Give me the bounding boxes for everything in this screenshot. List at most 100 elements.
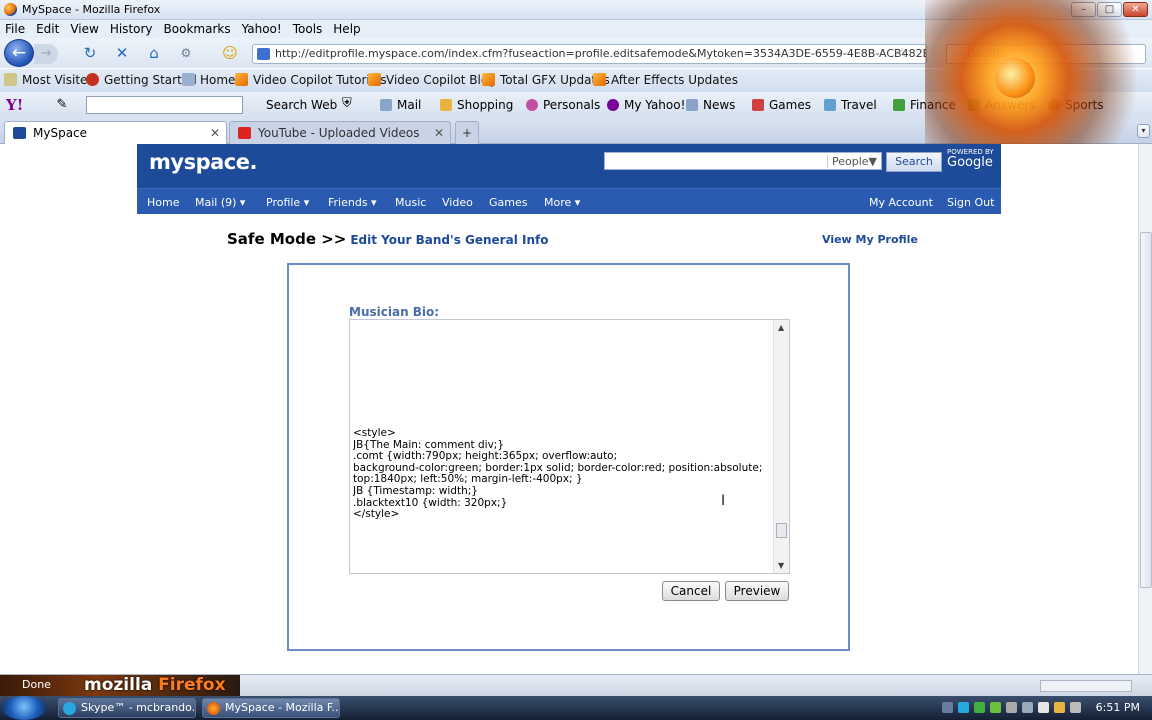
tray-icon[interactable] [974, 702, 985, 713]
tab-strip: MySpace ✕ YouTube - Uploaded Videos ✕ + … [0, 118, 1152, 144]
tray-volume-icon[interactable] [1022, 702, 1033, 713]
nav-sign-out[interactable]: Sign Out [947, 196, 994, 209]
home-icon[interactable]: ⌂ [144, 44, 164, 62]
view-my-profile-link[interactable]: View My Profile [822, 233, 918, 246]
menu-yahoo[interactable]: Yahoo! [242, 21, 282, 37]
bookmark-getting-started[interactable]: Getting Started [86, 73, 197, 87]
answers-icon [968, 99, 980, 111]
back-icon[interactable]: ← [4, 39, 34, 67]
page-subtitle[interactable]: Edit Your Band's General Info [350, 233, 548, 247]
nav-games[interactable]: Games [489, 196, 527, 209]
nav-profile[interactable]: Profile ▾ [266, 196, 309, 209]
menu-edit[interactable]: Edit [36, 21, 59, 37]
scroll-down-icon[interactable]: ▼ [778, 561, 784, 570]
bio-textarea[interactable]: <style> JB{The Main: comment div;} .comt… [349, 319, 790, 574]
yahoo-logo[interactable]: Y! [6, 96, 23, 114]
myspace-logo[interactable]: myspace. [149, 150, 257, 174]
close-tab-icon[interactable]: ✕ [210, 122, 220, 144]
url-bar[interactable]: http://editprofile.myspace.com/index.cfm… [252, 44, 927, 64]
firefox-brand: mozilla Firefox [84, 675, 226, 695]
tray-icon[interactable] [1070, 702, 1081, 713]
yahoo-news[interactable]: News [686, 98, 735, 112]
status-progress [1040, 680, 1132, 692]
extension-icon[interactable]: ⚙ [176, 44, 196, 62]
yahoo-personals[interactable]: Personals [526, 98, 600, 112]
page-icon [182, 73, 195, 86]
scroll-up-icon[interactable]: ▲ [778, 323, 784, 332]
nav-my-account[interactable]: My Account [869, 196, 933, 209]
menu-tools[interactable]: Tools [293, 21, 323, 37]
yahoo-search-web[interactable]: Search Web [266, 98, 337, 112]
bookmark-home[interactable]: Home [182, 73, 235, 87]
tray-network-icon[interactable] [1006, 702, 1017, 713]
tray-skype-icon[interactable] [958, 702, 969, 713]
yahoo-my-yahoo[interactable]: My Yahoo! [607, 98, 685, 112]
new-tab-button[interactable]: + [455, 121, 479, 144]
nav-more[interactable]: More ▾ [544, 196, 580, 209]
myspace-search-input[interactable]: People▼ [604, 152, 882, 170]
shield-icon[interactable]: ⛨ [342, 96, 352, 111]
clock[interactable]: 6:51 PM [1096, 701, 1140, 714]
mail-icon [380, 99, 392, 111]
taskbar-firefox[interactable]: MySpace - Mozilla F... [202, 698, 340, 718]
menu-file[interactable]: File [5, 21, 25, 37]
yahoo-shopping[interactable]: Shopping [440, 98, 513, 112]
forward-icon[interactable]: → [34, 44, 58, 64]
minimize-button[interactable]: – [1071, 2, 1096, 17]
bio-label: Musician Bio: [349, 305, 440, 319]
nav-music[interactable]: Music [395, 196, 426, 209]
yahoo-search-input[interactable] [86, 96, 243, 114]
navigation-toolbar: ← → ↻ ✕ ⌂ ⚙ ☺ http://editprofile.myspace… [0, 38, 1152, 68]
tab-myspace[interactable]: MySpace ✕ [4, 121, 227, 144]
menu-view[interactable]: View [70, 21, 98, 37]
menu-bookmarks[interactable]: Bookmarks [164, 21, 231, 37]
myspace-nav: Home Mail (9) ▾ Profile ▾ Friends ▾ Musi… [137, 188, 1001, 214]
tray-icon[interactable] [990, 702, 1001, 713]
close-tab-icon[interactable]: ✕ [434, 122, 444, 144]
nav-friends[interactable]: Friends ▾ [328, 196, 377, 209]
bookmark-after-effects[interactable]: After Effects Updates [593, 73, 738, 87]
rss-icon [235, 73, 248, 86]
reload-icon[interactable]: ↻ [80, 44, 100, 62]
menu-help[interactable]: Help [333, 21, 360, 37]
taskbar-skype[interactable]: Skype™ - mcbrando... [58, 698, 196, 718]
bookmark-most-visited[interactable]: Most Visited [4, 73, 95, 87]
stop-icon[interactable]: ✕ [112, 44, 132, 62]
page-scroll-thumb[interactable] [1140, 232, 1152, 588]
nav-home[interactable]: Home [147, 196, 179, 209]
start-button[interactable] [2, 696, 46, 720]
yahoo-answers[interactable]: Answers [968, 98, 1035, 112]
edit-panel: Musician Bio: <style> JB{The Main: comme… [287, 263, 850, 651]
cancel-button[interactable]: Cancel [662, 581, 720, 601]
yahoo-smiley-icon[interactable]: ☺ [220, 44, 240, 62]
scroll-thumb[interactable] [776, 523, 787, 538]
page-scrollbar[interactable] [1138, 144, 1152, 674]
yahoo-mail[interactable]: Mail [380, 98, 421, 112]
textarea-scrollbar[interactable]: ▲ ▼ [773, 320, 789, 573]
menu-history[interactable]: History [110, 21, 153, 37]
preview-button[interactable]: Preview [725, 581, 789, 601]
close-window-button[interactable]: ✕ [1123, 2, 1148, 17]
tab-list-icon[interactable]: ▾ [1137, 124, 1150, 138]
yahoo-finance[interactable]: Finance [893, 98, 956, 112]
nav-video[interactable]: Video [442, 196, 473, 209]
pencil-icon[interactable]: ✎ [52, 96, 72, 114]
search-input[interactable]: Google [946, 44, 1146, 64]
maximize-button[interactable]: □ [1097, 2, 1122, 17]
rss-icon [368, 73, 381, 86]
bookmark-total-gfx[interactable]: Total GFX Updates [482, 73, 610, 87]
tab-youtube[interactable]: YouTube - Uploaded Videos ✕ [229, 121, 451, 144]
status-text: Done [22, 678, 51, 691]
bookmark-video-copilot-tutorials[interactable]: Video Copilot Tutorials [235, 73, 387, 87]
bookmark-video-copilot-blog[interactable]: Video Copilot Blog [368, 73, 496, 87]
search-type-select[interactable]: People▼ [826, 155, 877, 168]
tray-icon[interactable] [1038, 702, 1049, 713]
tray-icon[interactable] [942, 702, 953, 713]
yahoo-games[interactable]: Games [752, 98, 811, 112]
bookmark-star-icon[interactable]: ☆ [892, 45, 912, 63]
yahoo-sports[interactable]: Sports [1048, 98, 1103, 112]
nav-mail[interactable]: Mail (9) ▾ [195, 196, 245, 209]
tray-icon[interactable] [1054, 702, 1065, 713]
yahoo-travel[interactable]: Travel [824, 98, 877, 112]
myspace-search-button[interactable]: Search [886, 152, 942, 172]
